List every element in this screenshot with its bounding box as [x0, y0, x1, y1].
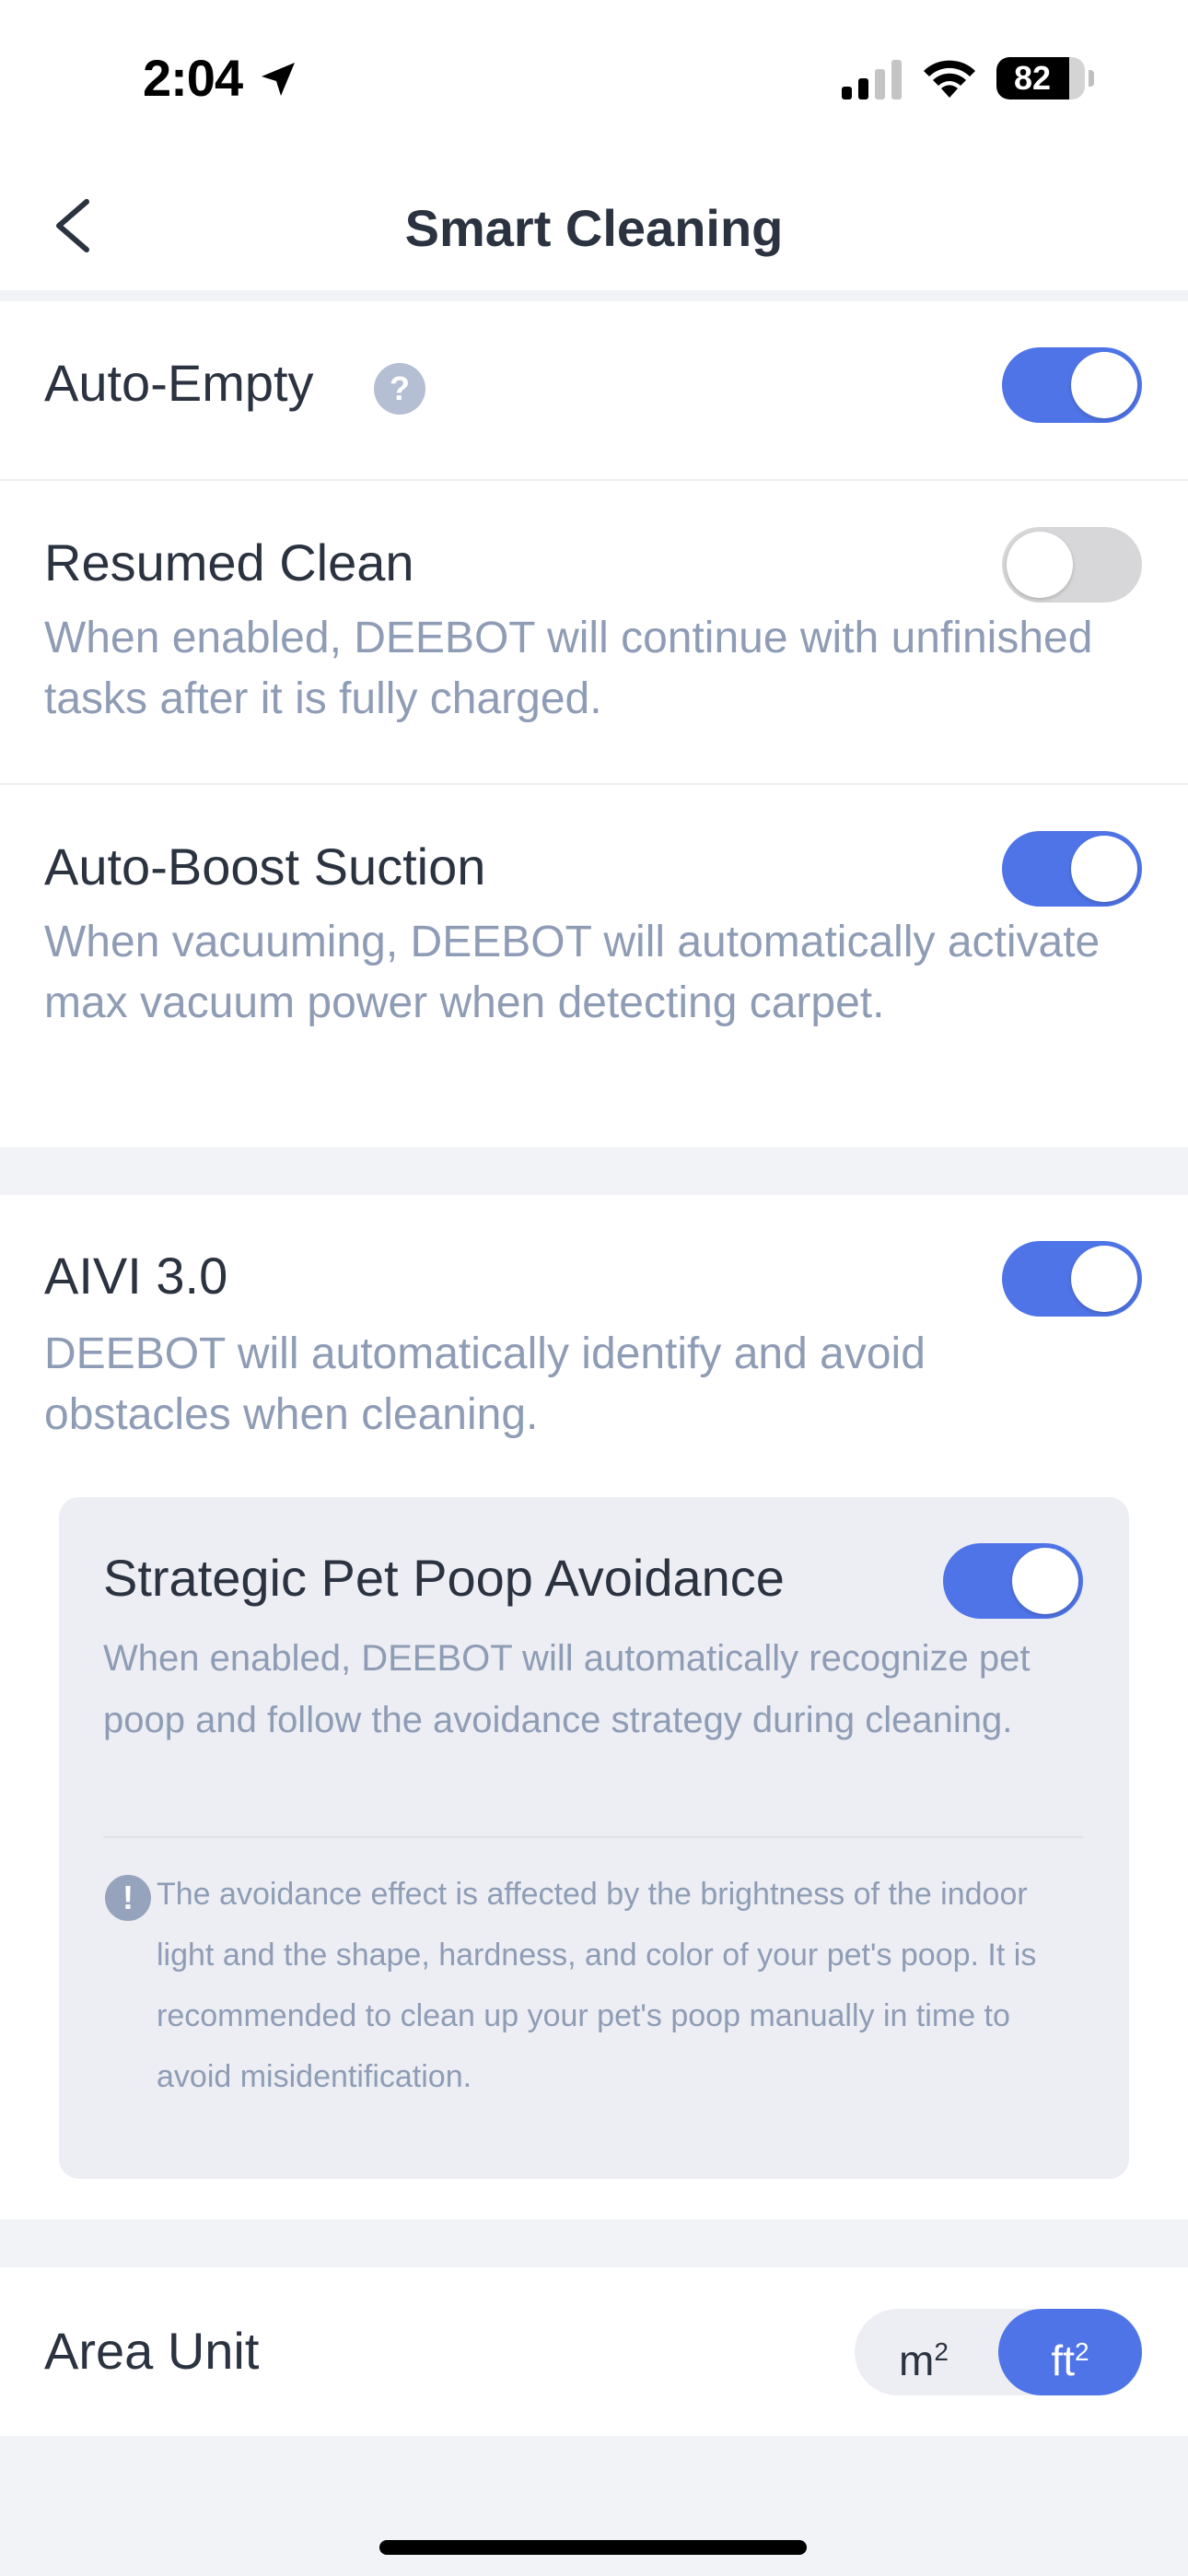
area-unit-selector: m2 ft2 — [855, 2309, 1142, 2395]
toggle-knob — [1012, 1548, 1078, 1614]
toggle-knob — [1007, 532, 1073, 598]
toggle-knob — [1071, 836, 1137, 902]
aivi-description: DEEBOT will automatically identify and a… — [44, 1329, 926, 1439]
unit-m2-base: m — [899, 2336, 935, 2384]
battery-level: 82 — [1013, 59, 1052, 97]
unit-m2-exponent: 2 — [934, 2337, 949, 2366]
aivi-toggle[interactable] — [1002, 1241, 1142, 1317]
status-bar: 2:04 82 — [0, 0, 1188, 161]
home-indicator[interactable] — [379, 2540, 807, 2555]
divider — [103, 1836, 1083, 1838]
cellular-signal-icon — [842, 60, 902, 100]
navigation-bar: Smart Cleaning — [0, 161, 1188, 290]
pet-poop-warning: The avoidance effect is affected by the … — [157, 1877, 1037, 2094]
pet-poop-description: When enabled, DEEBOT will automatically … — [103, 1638, 1031, 1740]
resumed-clean-row: Resumed Clean When enabled, DEEBOT will … — [0, 481, 1188, 785]
auto-boost-description: When vacuuming, DEEBOT will automaticall… — [44, 918, 1101, 1027]
toggle-knob — [1071, 1246, 1137, 1312]
auto-empty-label: Auto-Empty — [44, 354, 314, 412]
unit-ft2-base: ft — [1051, 2336, 1075, 2384]
pet-poop-panel: Strategic Pet Poop Avoidance When enable… — [59, 1497, 1129, 2179]
page-title: Smart Cleaning — [404, 199, 784, 257]
unit-option-ft2[interactable]: ft2 — [998, 2309, 1142, 2395]
status-time: 2:04 — [143, 49, 243, 107]
battery-icon: 82 — [996, 57, 1085, 100]
pet-poop-label: Strategic Pet Poop Avoidance — [103, 1549, 785, 1607]
toggle-knob — [1071, 352, 1137, 418]
pet-poop-toggle[interactable] — [943, 1543, 1083, 1619]
warning-icon: ! — [105, 1875, 151, 1921]
resumed-clean-toggle[interactable] — [1002, 527, 1142, 603]
cleaning-settings-card: Auto-Empty ? Resumed Clean When enabled,… — [0, 301, 1188, 1147]
auto-boost-toggle[interactable] — [1002, 831, 1142, 907]
resumed-clean-description: When enabled, DEEBOT will continue with … — [44, 614, 1093, 723]
auto-empty-toggle[interactable] — [1002, 347, 1142, 423]
wifi-icon — [924, 60, 975, 98]
battery-cap — [1089, 70, 1094, 87]
unit-option-m2[interactable]: m2 — [855, 2309, 993, 2395]
auto-boost-row: Auto-Boost Suction When vacuuming, DEEBO… — [0, 785, 1188, 1147]
help-icon[interactable]: ? — [374, 363, 425, 415]
auto-empty-row: Auto-Empty ? — [0, 301, 1188, 479]
area-unit-label: Area Unit — [44, 2322, 260, 2380]
auto-boost-label: Auto-Boost Suction — [44, 837, 486, 896]
location-arrow-icon — [262, 63, 295, 96]
aivi-label: AIVI 3.0 — [44, 1247, 228, 1305]
unit-ft2-exponent: 2 — [1074, 2337, 1089, 2366]
resumed-clean-label: Resumed Clean — [44, 533, 414, 591]
